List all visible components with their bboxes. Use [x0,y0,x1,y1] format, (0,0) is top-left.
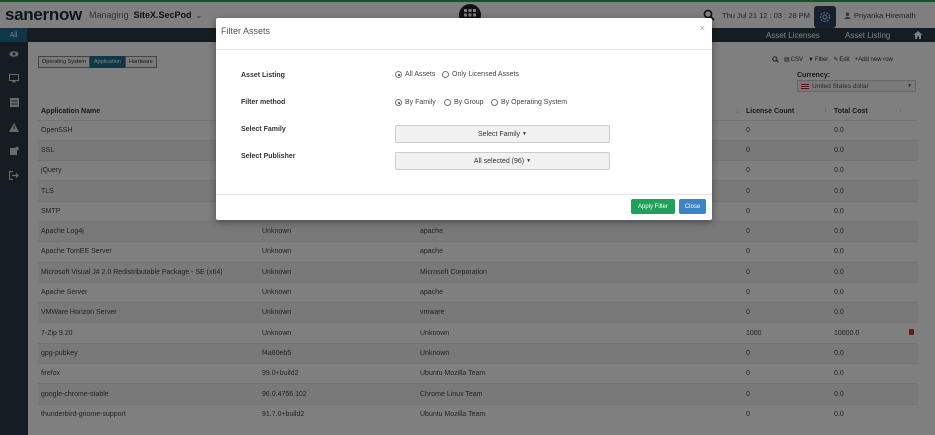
radio-empty-icon [444,99,451,106]
radio-only-licensed[interactable]: Only Licensed Assets [442,71,519,78]
caret-down-icon: ▼ [522,131,527,137]
radio-by-os[interactable]: By Operating System [491,99,567,106]
close-icon[interactable]: × [700,23,705,33]
radio-selected-icon [395,99,402,106]
modal-divider [216,49,712,50]
radio-by-family[interactable]: By Family [395,99,436,106]
filter-method-label: Filter method [241,99,286,106]
radio-empty-icon [491,99,498,106]
select-publisher-label: Select Publisher [241,153,296,160]
apply-filter-button[interactable]: Apply Filter [631,199,675,214]
caret-down-icon: ▼ [526,158,532,164]
radio-all-assets[interactable]: All Assets [395,71,435,78]
modal-title: Filter Assets [221,26,271,36]
radio-empty-icon [442,71,449,78]
filter-assets-modal: Filter Assets × Asset Listing All Assets… [216,18,712,220]
select-publisher-dropdown[interactable]: All selected (96) ▼ [395,152,610,170]
close-button[interactable]: Close [679,199,706,214]
asset-listing-label: Asset Listing [241,72,285,79]
modal-footer-divider [216,194,712,195]
select-family-dropdown[interactable]: Select Family ▼ [395,125,610,143]
radio-by-group[interactable]: By Group [444,99,484,106]
radio-selected-icon [395,71,402,78]
select-family-label: Select Family [241,126,286,133]
